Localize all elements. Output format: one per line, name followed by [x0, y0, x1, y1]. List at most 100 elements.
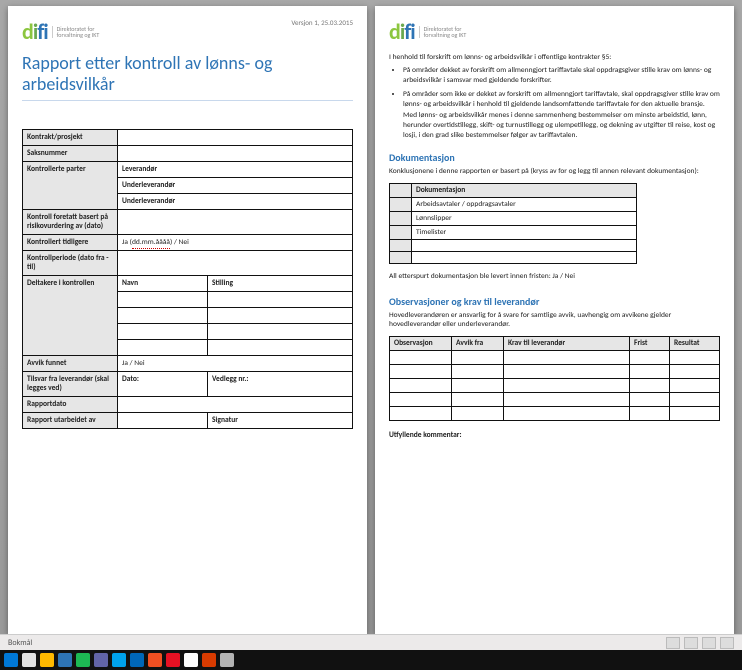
taskbar-app-icon[interactable]	[58, 653, 72, 667]
observasjoner-table: Observasjon Avvik fra Krav til leverandø…	[389, 336, 720, 421]
row-kontrakt-label: Kontrakt/prosjekt	[23, 130, 118, 146]
row-kontrollforetatt-label: Kontroll foretatt basert på risikovurder…	[23, 210, 118, 235]
taskbar-app-icon[interactable]	[4, 653, 18, 667]
difi-logo: difi Direktoratet forforvaltning og IKT	[22, 18, 99, 45]
status-view-controls	[666, 637, 734, 649]
row-dato: Dato:	[118, 372, 208, 397]
obs-h-resultat: Resultat	[670, 337, 720, 351]
row-rapportdato-label: Rapportdato	[23, 397, 118, 413]
bullet-2: På områder som ikke er dekket av forskri…	[403, 90, 720, 141]
document-workspace: difi Direktoratet forforvaltning og IKT …	[0, 0, 742, 640]
obs-cell	[630, 365, 670, 379]
status-language[interactable]: Bokmål	[8, 638, 32, 648]
view-button-3[interactable]	[702, 637, 716, 649]
obs-cell	[452, 351, 504, 365]
deltaker-cell	[208, 324, 353, 340]
row-deltakere-label: Deltakere i kontrollen	[23, 276, 118, 356]
page-2-header: difi Direktoratet forforvaltning og IKT	[389, 18, 720, 45]
dokumentasjon-table: Dokumentasjon Arbeidsavtaler / oppdragsa…	[389, 183, 637, 264]
row-saksnummer-label: Saksnummer	[23, 146, 118, 162]
page-title: Rapport etter kontroll av lønns- og arbe…	[22, 53, 353, 94]
taskbar-app-icon[interactable]	[184, 653, 198, 667]
section-observasjoner-heading: Observasjoner og krav til leverandør	[389, 295, 720, 308]
taskbar-app-icon[interactable]	[202, 653, 216, 667]
deltaker-cell	[118, 308, 208, 324]
intro-bullets: På områder dekket av forskrift om allmen…	[403, 66, 720, 141]
row-kontrollerttidl-label: Kontrollert tidligere	[23, 235, 118, 251]
word-status-bar[interactable]: Bokmål	[0, 634, 742, 650]
obs-cell	[452, 365, 504, 379]
row-tilsvar-label: Tilsvar fra leverandør (skal legges ved)	[23, 372, 118, 397]
obs-cell	[504, 393, 630, 407]
row-leverandor: Leverandør	[118, 162, 353, 178]
obs-cell	[630, 351, 670, 365]
observasjoner-para: Hovedleverandøren er ansvarlig for å sva…	[389, 311, 720, 331]
dok-check	[390, 251, 412, 263]
intro-text: I henhold til forskrift om lønns- og arb…	[389, 53, 720, 62]
bullet-1: På områder dekket av forskrift om allmen…	[403, 66, 720, 86]
report-form-table: Kontrakt/prosjekt Saksnummer Kontrollert…	[22, 129, 353, 429]
windows-taskbar[interactable]	[0, 650, 742, 670]
obs-cell	[504, 379, 630, 393]
obs-cell	[390, 351, 452, 365]
dok-row: Timelister	[412, 225, 637, 239]
obs-cell	[504, 365, 630, 379]
taskbar-app-icon[interactable]	[166, 653, 180, 667]
utfyllende-label: Utfyllende kommentar:	[389, 431, 720, 440]
taskbar-app-icon[interactable]	[40, 653, 54, 667]
obs-h-frist: Frist	[630, 337, 670, 351]
title-underline	[22, 100, 353, 101]
obs-cell	[670, 393, 720, 407]
obs-cell	[630, 407, 670, 421]
deltaker-cell	[118, 340, 208, 356]
row-avvik-value: Ja / Nei	[118, 356, 353, 372]
taskbar-app-icon[interactable]	[148, 653, 162, 667]
obs-cell	[390, 393, 452, 407]
taskbar-app-icon[interactable]	[22, 653, 36, 667]
etterspurt-line: All etterspurt dokumentasjon ble levert …	[389, 272, 720, 281]
dok-check-header	[390, 183, 412, 197]
difi-logo-mark: difi	[389, 18, 415, 45]
row-rapportdato-value	[118, 397, 353, 413]
dok-row	[412, 251, 637, 263]
row-vedlegg: Vedlegg nr.:	[208, 372, 353, 397]
dok-row: Arbeidsavtaler / oppdragsavtaler	[412, 197, 637, 211]
taskbar-app-icon[interactable]	[94, 653, 108, 667]
difi-logo-subtitle: Direktoratet forforvaltning og IKT	[52, 26, 100, 38]
obs-cell	[390, 407, 452, 421]
page-1: difi Direktoratet forforvaltning og IKT …	[8, 6, 367, 634]
obs-cell	[504, 407, 630, 421]
obs-cell	[390, 365, 452, 379]
deltaker-cell	[208, 292, 353, 308]
dokumentasjon-para: Konklusjonene i denne rapporten er baser…	[389, 167, 720, 177]
row-underlev1: Underleverandør	[118, 178, 353, 194]
col-navn: Navn	[118, 276, 208, 292]
obs-cell	[670, 379, 720, 393]
taskbar-app-icon[interactable]	[112, 653, 126, 667]
dok-header: Dokumentasjon	[412, 183, 637, 197]
deltaker-cell	[208, 308, 353, 324]
view-button-1[interactable]	[666, 637, 680, 649]
obs-cell	[452, 379, 504, 393]
obs-cell	[670, 365, 720, 379]
row-avvik-label: Avvik funnet	[23, 356, 118, 372]
dok-row: Lønnslipper	[412, 211, 637, 225]
taskbar-app-icon[interactable]	[220, 653, 234, 667]
row-kontrollerte-label: Kontrollerte parter	[23, 162, 118, 210]
difi-logo: difi Direktoratet forforvaltning og IKT	[389, 18, 466, 45]
row-kontrollperiode-value	[118, 251, 353, 276]
deltaker-cell	[118, 292, 208, 308]
view-button-2[interactable]	[684, 637, 698, 649]
taskbar-app-icon[interactable]	[130, 653, 144, 667]
view-button-4[interactable]	[720, 637, 734, 649]
dok-row	[412, 239, 637, 251]
taskbar-app-icon[interactable]	[76, 653, 90, 667]
row-saksnummer-value	[118, 146, 353, 162]
obs-cell	[452, 407, 504, 421]
obs-cell	[452, 393, 504, 407]
obs-h-observasjon: Observasjon	[390, 337, 452, 351]
obs-h-avvikfra: Avvik fra	[452, 337, 504, 351]
row-kontrakt-value	[118, 130, 353, 146]
dok-check	[390, 239, 412, 251]
deltaker-cell	[208, 340, 353, 356]
